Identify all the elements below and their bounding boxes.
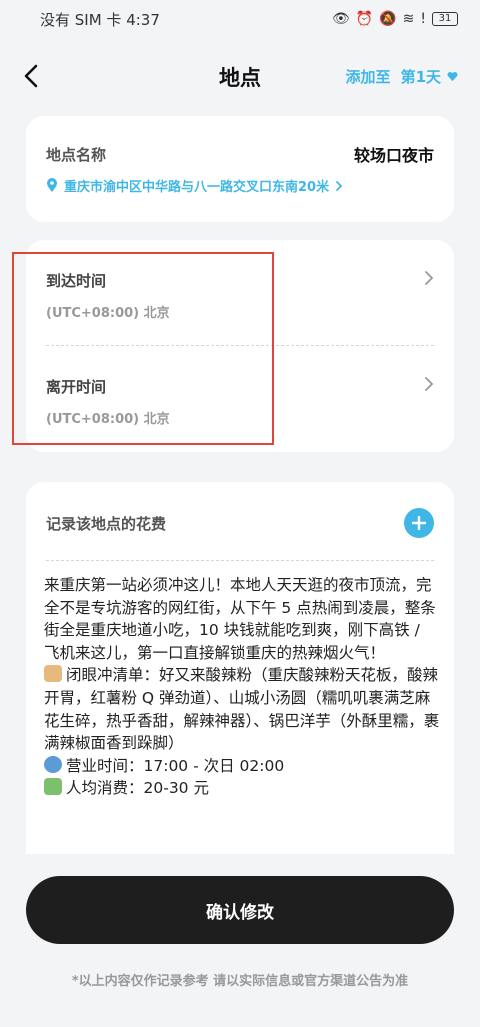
header: 地点 添加至 第1天 [0, 50, 480, 102]
add-to-day-button[interactable]: 添加至 第1天 [346, 66, 458, 87]
arrive-time-label: 到达时间 [46, 272, 107, 290]
chevron-right-icon [425, 377, 434, 391]
money-icon [44, 778, 62, 796]
plus-icon [412, 516, 426, 530]
day-label: 第1天 [400, 68, 441, 86]
eye-icon: 👁 [331, 11, 350, 27]
leave-time-row[interactable]: 离开时间 (UTC+08:00) 北京 [46, 346, 434, 450]
cost-card: 记录该地点的花费 来重庆第一站必须冲这儿！本地人天天逛的夜市顶流，完全不是专坑游… [26, 482, 454, 854]
cost-notes[interactable]: 来重庆第一站必须冲这儿！本地人天天逛的夜市顶流，完全不是专坑游客的网红街，从下午… [44, 574, 440, 800]
heart-icon [447, 71, 458, 82]
carrier-time: 没有 SIM 卡 4:37 [40, 10, 160, 29]
battery-icon: 31 [432, 12, 458, 26]
place-card: 地点名称 较场口夜市 重庆市渝中区中华路与八一路交叉口东南20米 [26, 116, 454, 222]
place-name-label: 地点名称 [46, 145, 107, 164]
noodle-icon [44, 665, 62, 683]
disclaimer: *以上内容仅作记录参考 请以实际信息或官方渠道公告为准 [71, 974, 409, 989]
chevron-right-icon [425, 271, 434, 285]
status-bar: 没有 SIM 卡 4:37 👁 ⏰ 🔕 ≋ ! 31 [0, 0, 480, 38]
status-icons: 👁 ⏰ 🔕 ≋ ! 31 [332, 11, 458, 27]
address-link[interactable]: 重庆市渝中区中华路与八一路交叉口东南20米 [46, 176, 434, 195]
notes-list: 闭眼冲清单：好又来酸辣粉（重庆酸辣粉天花板，酸辣开胃，红薯粉 Q 弹劲道）、山城… [44, 665, 440, 753]
pin-icon [47, 178, 57, 192]
add-to-label: 添加至 [345, 68, 391, 86]
cost-header: 记录该地点的花费 [46, 506, 434, 540]
arrive-timezone: (UTC+08:00) 北京 [46, 306, 170, 321]
arrive-time-row[interactable]: 到达时间 (UTC+08:00) 北京 [46, 240, 434, 344]
alarm-icon: ⏰ [355, 11, 374, 27]
notes-price: 人均消费：20-30 元 [44, 777, 440, 800]
mute-icon: 🔕 [379, 11, 397, 27]
add-cost-button[interactable] [404, 508, 434, 538]
time-card: 到达时间 (UTC+08:00) 北京 离开时间 (UTC+08:00) 北京 [26, 240, 454, 452]
chevron-right-icon [336, 180, 343, 191]
cost-title: 记录该地点的花费 [46, 514, 167, 533]
place-name-row: 地点名称 较场口夜市 [46, 142, 434, 166]
address-text: 重庆市渝中区中华路与八一路交叉口东南20米 [64, 180, 330, 195]
notes-hours: 营业时间：17:00 - 次日 02:00 [44, 755, 440, 778]
divider [46, 560, 434, 561]
alert-icon: ! [420, 11, 426, 27]
clock-icon [44, 755, 62, 773]
place-name-value[interactable]: 较场口夜市 [354, 142, 434, 166]
notes-intro: 来重庆第一站必须冲这儿！本地人天天逛的夜市顶流，完全不是专坑游客的网红街，从下午… [44, 576, 436, 662]
leave-time-label: 离开时间 [46, 378, 107, 396]
confirm-button[interactable]: 确认修改 [26, 876, 454, 944]
wifi-icon: ≋ [402, 11, 415, 27]
leave-timezone: (UTC+08:00) 北京 [46, 412, 170, 427]
